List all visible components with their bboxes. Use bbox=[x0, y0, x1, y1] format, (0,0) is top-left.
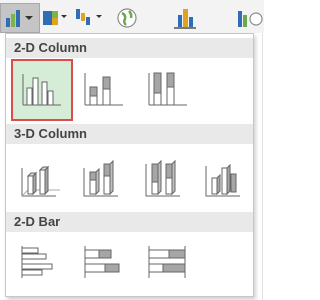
insert-hierarchy-chart-button[interactable] bbox=[40, 3, 70, 31]
maps-button[interactable] bbox=[112, 3, 142, 31]
pivot-chart-icon bbox=[168, 3, 202, 31]
column-chart-icon bbox=[1, 4, 39, 32]
3d-clustered-column-tile[interactable] bbox=[10, 146, 72, 208]
3d-column-tile[interactable] bbox=[196, 146, 258, 208]
insert-column-chart-button[interactable] bbox=[0, 3, 40, 33]
100-stacked-column-tile[interactable] bbox=[137, 59, 199, 121]
100-stacked-bar-tile[interactable] bbox=[137, 234, 199, 296]
hierarchy-chart-icon bbox=[40, 3, 70, 31]
globe-icon bbox=[112, 3, 142, 31]
pivotchart-button[interactable] bbox=[168, 3, 202, 31]
section-header-2d-column: 2-D Column bbox=[6, 38, 253, 58]
3d-100-stacked-column-tile[interactable] bbox=[134, 146, 196, 208]
waterfall-chart-icon bbox=[72, 3, 106, 31]
stacked-column-tile[interactable] bbox=[73, 59, 135, 121]
map-icon bbox=[232, 3, 264, 31]
insert-waterfall-chart-button[interactable] bbox=[72, 3, 106, 31]
3d-map-button[interactable] bbox=[232, 3, 264, 31]
section-header-3d-column: 3-D Column bbox=[6, 124, 253, 144]
3d-stacked-column-tile[interactable] bbox=[72, 146, 134, 208]
chart-ribbon bbox=[0, 0, 264, 33]
window-divider bbox=[262, 33, 263, 300]
clustered-bar-tile[interactable] bbox=[10, 234, 72, 296]
stacked-bar-tile[interactable] bbox=[73, 234, 135, 296]
clustered-column-tile[interactable] bbox=[11, 59, 73, 121]
chart-gallery-dropdown: 2-D Column 3-D Column 2-D Bar bbox=[5, 33, 254, 297]
section-header-2d-bar: 2-D Bar bbox=[6, 212, 253, 232]
